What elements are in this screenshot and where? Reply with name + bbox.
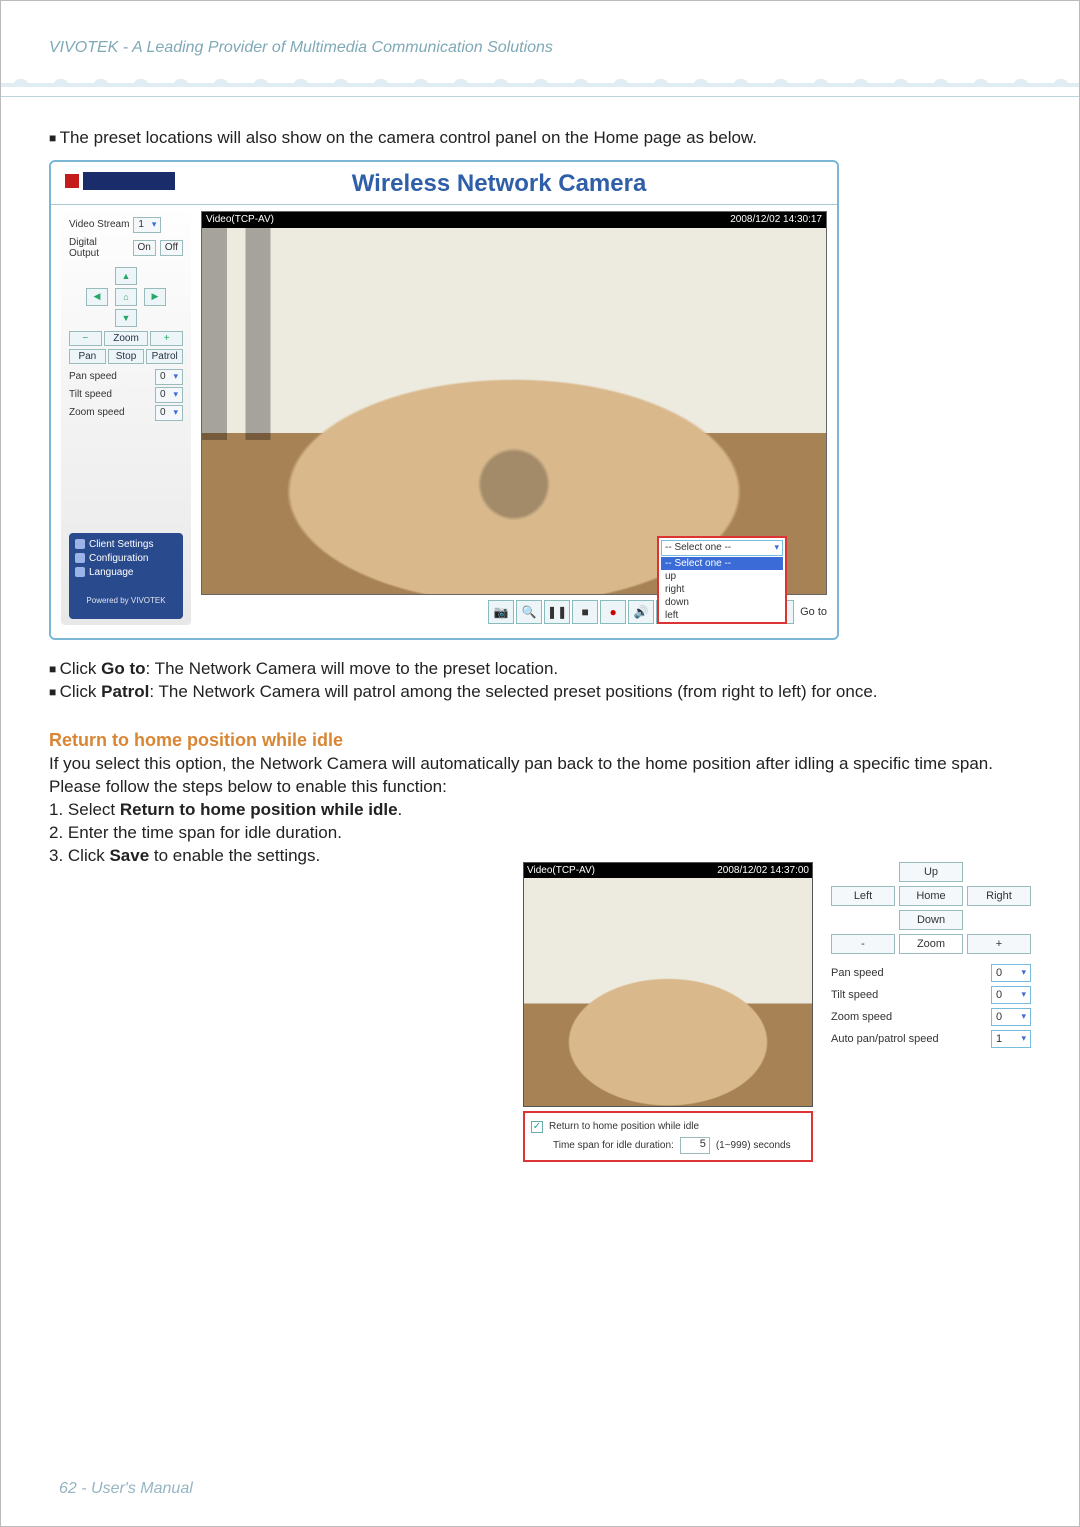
gear-icon (75, 539, 85, 549)
pan-speed-select[interactable]: 0▾ (155, 369, 183, 385)
dpad-up[interactable]: ▲ (115, 267, 137, 285)
video-timestamp: 2008/12/02 14:30:17 (730, 214, 822, 225)
video-stream-select[interactable]: 1▾ (133, 217, 161, 233)
zoom-speed-label: Zoom speed (69, 407, 125, 418)
tilt-speed-label: Tilt speed (69, 389, 112, 400)
goto-bullet: Click Go to: The Network Camera will mov… (49, 658, 1031, 681)
zoom-icon[interactable]: 🔍 (516, 600, 542, 624)
vivotek-logo (65, 172, 175, 196)
digital-output-label: Digital Output (69, 237, 129, 259)
zoom-speed-select[interactable]: 0▾ (155, 405, 183, 421)
zoom-out-button[interactable]: − (69, 331, 102, 346)
section-steps-intro: Please follow the steps below to enable … (49, 776, 1031, 799)
dpad-home[interactable]: ⌂ (115, 288, 137, 306)
powered-by-label: Powered by VIVOTEK (75, 596, 177, 605)
language-icon (75, 567, 85, 577)
patrol-bullet: Click Patrol: The Network Camera will pa… (49, 681, 1031, 704)
screenshot-idle-setting: Video(TCP-AV) 2008/12/02 14:37:00 ✓ Retu… (523, 862, 813, 1162)
menu-language[interactable]: Language (75, 567, 177, 578)
ptz2-zoom-speed-label: Zoom speed (831, 1011, 892, 1023)
volume-up-icon[interactable]: 🔊 (628, 600, 654, 624)
pan-speed-label: Pan speed (69, 371, 117, 382)
dpad-down[interactable]: ▼ (115, 309, 137, 327)
goto-option[interactable]: right (661, 583, 783, 596)
ptz2-pan-speed-label: Pan speed (831, 967, 884, 979)
patrol-button[interactable]: Patrol (146, 349, 183, 364)
video2-codec-label: Video(TCP-AV) (527, 865, 595, 876)
ptz2-right[interactable]: Right (967, 886, 1031, 906)
video-codec-label: Video(TCP-AV) (206, 214, 274, 225)
snapshot-icon[interactable]: 📷 (488, 600, 514, 624)
header-divider (1, 67, 1079, 97)
pause-icon[interactable]: ❚❚ (544, 600, 570, 624)
section-heading: Return to home position while idle (49, 730, 1031, 751)
camera-title: Wireless Network Camera (175, 170, 823, 198)
goto-option[interactable]: -- Select one -- (661, 557, 783, 570)
return-home-checkbox[interactable]: ✓ (531, 1121, 543, 1133)
ptz2-zoom-label: Zoom (899, 934, 963, 954)
zoom-label: Zoom (104, 331, 149, 346)
dpad-left[interactable]: ◀ (86, 288, 108, 306)
goto-label: Go to (800, 606, 827, 618)
page-header-tagline: VIVOTEK - A Leading Provider of Multimed… (49, 39, 1031, 57)
goto-select-open[interactable]: -- Select one --▾ -- Select one -- up ri… (657, 536, 787, 624)
digital-output-off-button[interactable]: Off (160, 240, 183, 256)
goto-option[interactable]: left (661, 609, 783, 622)
menu-configuration[interactable]: Configuration (75, 553, 177, 564)
record-icon[interactable]: ● (600, 600, 626, 624)
ptz2-tilt-speed-label: Tilt speed (831, 989, 878, 1001)
video-stream-label: Video Stream (69, 219, 129, 230)
step-1: 1. Select Return to home position while … (49, 799, 1031, 822)
ptz2-zoom-speed-select[interactable]: 0▾ (991, 1008, 1031, 1026)
tilt-speed-select[interactable]: 0▾ (155, 387, 183, 403)
ptz2-auto-speed-label: Auto pan/patrol speed (831, 1033, 939, 1045)
page-footer: 62 - User's Manual (59, 1480, 193, 1498)
stop-button[interactable]: Stop (108, 349, 145, 364)
idle-duration-label: Time span for idle duration: (553, 1140, 674, 1151)
ptz2-home[interactable]: Home (899, 886, 963, 906)
digital-output-on-button[interactable]: On (133, 240, 156, 256)
screenshot-home-page: Wireless Network Camera Video Stream 1▾ … (49, 160, 839, 640)
left-sidebar: Video Stream 1▾ Digital Output On Off ▲ … (61, 211, 191, 625)
goto-option[interactable]: up (661, 570, 783, 583)
step-2: 2. Enter the time span for idle duration… (49, 822, 1031, 845)
dpad-right[interactable]: ▶ (144, 288, 166, 306)
ptz2-zoom-in[interactable]: + (967, 934, 1031, 954)
video2-timestamp: 2008/12/02 14:37:00 (717, 865, 809, 876)
ptz2-tilt-speed-select[interactable]: 0▾ (991, 986, 1031, 1004)
intro-bullet: The preset locations will also show on t… (49, 127, 1031, 150)
ptz2-up[interactable]: Up (899, 862, 963, 882)
ptz-control-panel-2: Up Left Home Right Down - Zoom + Pan spe… (831, 862, 1031, 1162)
video2-image (524, 878, 812, 1106)
section-desc: If you select this option, the Network C… (49, 753, 1031, 776)
idle-setting-highlight: ✓ Return to home position while idle Tim… (523, 1111, 813, 1162)
ptz2-down[interactable]: Down (899, 910, 963, 930)
ptz2-left[interactable]: Left (831, 886, 895, 906)
ptz2-pan-speed-select[interactable]: 0▾ (991, 964, 1031, 982)
return-home-label: Return to home position while idle (549, 1121, 699, 1132)
goto-option[interactable]: down (661, 596, 783, 609)
ptz2-auto-speed-select[interactable]: 1▾ (991, 1030, 1031, 1048)
sidebar-menu: Client Settings Configuration Language P… (69, 533, 183, 619)
ptz2-zoom-out[interactable]: - (831, 934, 895, 954)
pan-button[interactable]: Pan (69, 349, 106, 364)
zoom-in-button[interactable]: + (150, 331, 183, 346)
wrench-icon (75, 553, 85, 563)
menu-client-settings[interactable]: Client Settings (75, 539, 177, 550)
idle-duration-input[interactable]: 5 (680, 1137, 710, 1154)
ptz-dpad: ▲ ◀ ⌂ ▶ ▼ (86, 267, 166, 327)
idle-duration-hint: (1~999) seconds (716, 1140, 791, 1151)
stop-icon[interactable]: ■ (572, 600, 598, 624)
